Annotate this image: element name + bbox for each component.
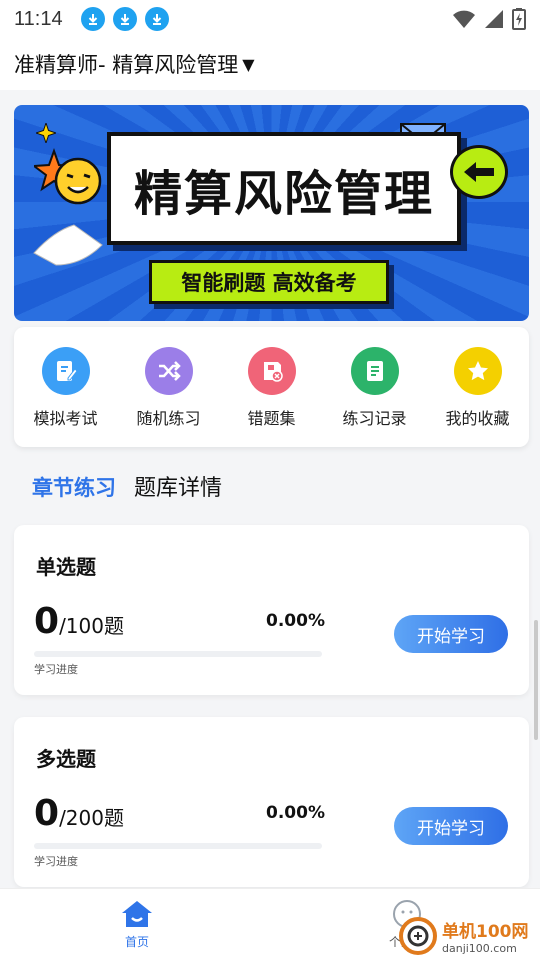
watermark-logo-icon [399, 917, 437, 955]
action-label: 练习记录 [342, 409, 407, 428]
exam-edit-icon [41, 347, 90, 395]
question-set-title: 单选题 [36, 555, 96, 579]
wrong-questions-icon [247, 347, 296, 395]
arrow-left-icon [450, 145, 508, 199]
shuffle-icon [144, 347, 193, 395]
question-count: 0 /200题 [34, 793, 124, 834]
action-wrong-questions[interactable]: 错题集 [222, 347, 322, 429]
banner-title-frame: 精算风险管理 [107, 132, 461, 245]
download-icon [112, 7, 137, 31]
question-count: 0 /100题 [34, 601, 124, 642]
scrollbar[interactable] [534, 620, 538, 740]
watermark-url: danji100.com [442, 942, 517, 955]
home-icon [122, 901, 152, 927]
action-practice-record[interactable]: 练习记录 [325, 347, 425, 429]
total-count: /200题 [59, 806, 124, 830]
progress-bar [34, 651, 322, 657]
progress-percent: 0.00% [266, 803, 325, 823]
status-time: 11:14 [14, 7, 63, 30]
tab-chapter-practice[interactable]: 章节练习 [32, 472, 116, 502]
progress-caption: 学习进度 [34, 855, 78, 868]
action-label: 随机练习 [136, 409, 201, 428]
start-study-button[interactable]: 开始学习 [394, 807, 508, 845]
title-bar[interactable]: 准精算师- 精算风险管理 ▼ [0, 38, 540, 90]
progress-percent: 0.00% [266, 611, 325, 631]
tab-bank-details[interactable]: 题库详情 [134, 470, 222, 502]
total-count: /100题 [59, 614, 124, 638]
paper-icon [33, 224, 103, 266]
caret-down-icon[interactable]: ▼ [242, 55, 254, 74]
question-set-card: 多选题 0 /200题 0.00% 学习进度 开始学习 [14, 717, 529, 887]
nav-home[interactable]: 首页 [92, 899, 182, 950]
banner-title: 精算风险管理 [133, 165, 434, 222]
download-icon [80, 7, 105, 31]
signal-icon [485, 10, 503, 28]
watermark-brand: 单机100网 [442, 922, 529, 942]
sparkle-icon [36, 123, 56, 143]
progress-bar [34, 843, 322, 849]
status-bar: 11:14 [0, 0, 540, 38]
smiley-star-icon [34, 148, 102, 205]
site-watermark: 单机100网 danji100.com [398, 916, 529, 956]
wifi-icon [453, 10, 475, 28]
action-label: 模拟考试 [33, 409, 98, 428]
battery-icon [512, 8, 526, 30]
page-title[interactable]: 准精算师- 精算风险管理 [14, 49, 238, 79]
question-set-card: 单选题 0 /100题 0.00% 学习进度 开始学习 [14, 525, 529, 695]
section-tabs: 章节练习 题库详情 [32, 470, 222, 502]
banner-subtitle: 智能刷题 高效备考 [181, 271, 357, 295]
download-icon [144, 7, 169, 31]
progress-caption: 学习进度 [34, 663, 78, 676]
star-icon [453, 347, 502, 395]
done-count: 0 [34, 601, 60, 642]
action-label: 我的收藏 [445, 409, 510, 428]
action-mock-exam[interactable]: 模拟考试 [16, 347, 116, 429]
start-study-button[interactable]: 开始学习 [394, 615, 508, 653]
promo-banner[interactable]: 精算风险管理 智能刷题 高效备考 [14, 105, 529, 321]
action-random-practice[interactable]: 随机练习 [119, 347, 219, 429]
done-count: 0 [34, 793, 60, 834]
action-label: 错题集 [247, 409, 296, 428]
action-favorites[interactable]: 我的收藏 [428, 347, 528, 429]
record-icon [350, 347, 399, 395]
quick-actions: 模拟考试 随机练习 错题集 练习记录 我的收藏 [14, 327, 529, 447]
question-set-title: 多选题 [36, 747, 96, 771]
nav-label: 首页 [124, 935, 149, 949]
banner-subtitle-box: 智能刷题 高效备考 [149, 260, 389, 304]
